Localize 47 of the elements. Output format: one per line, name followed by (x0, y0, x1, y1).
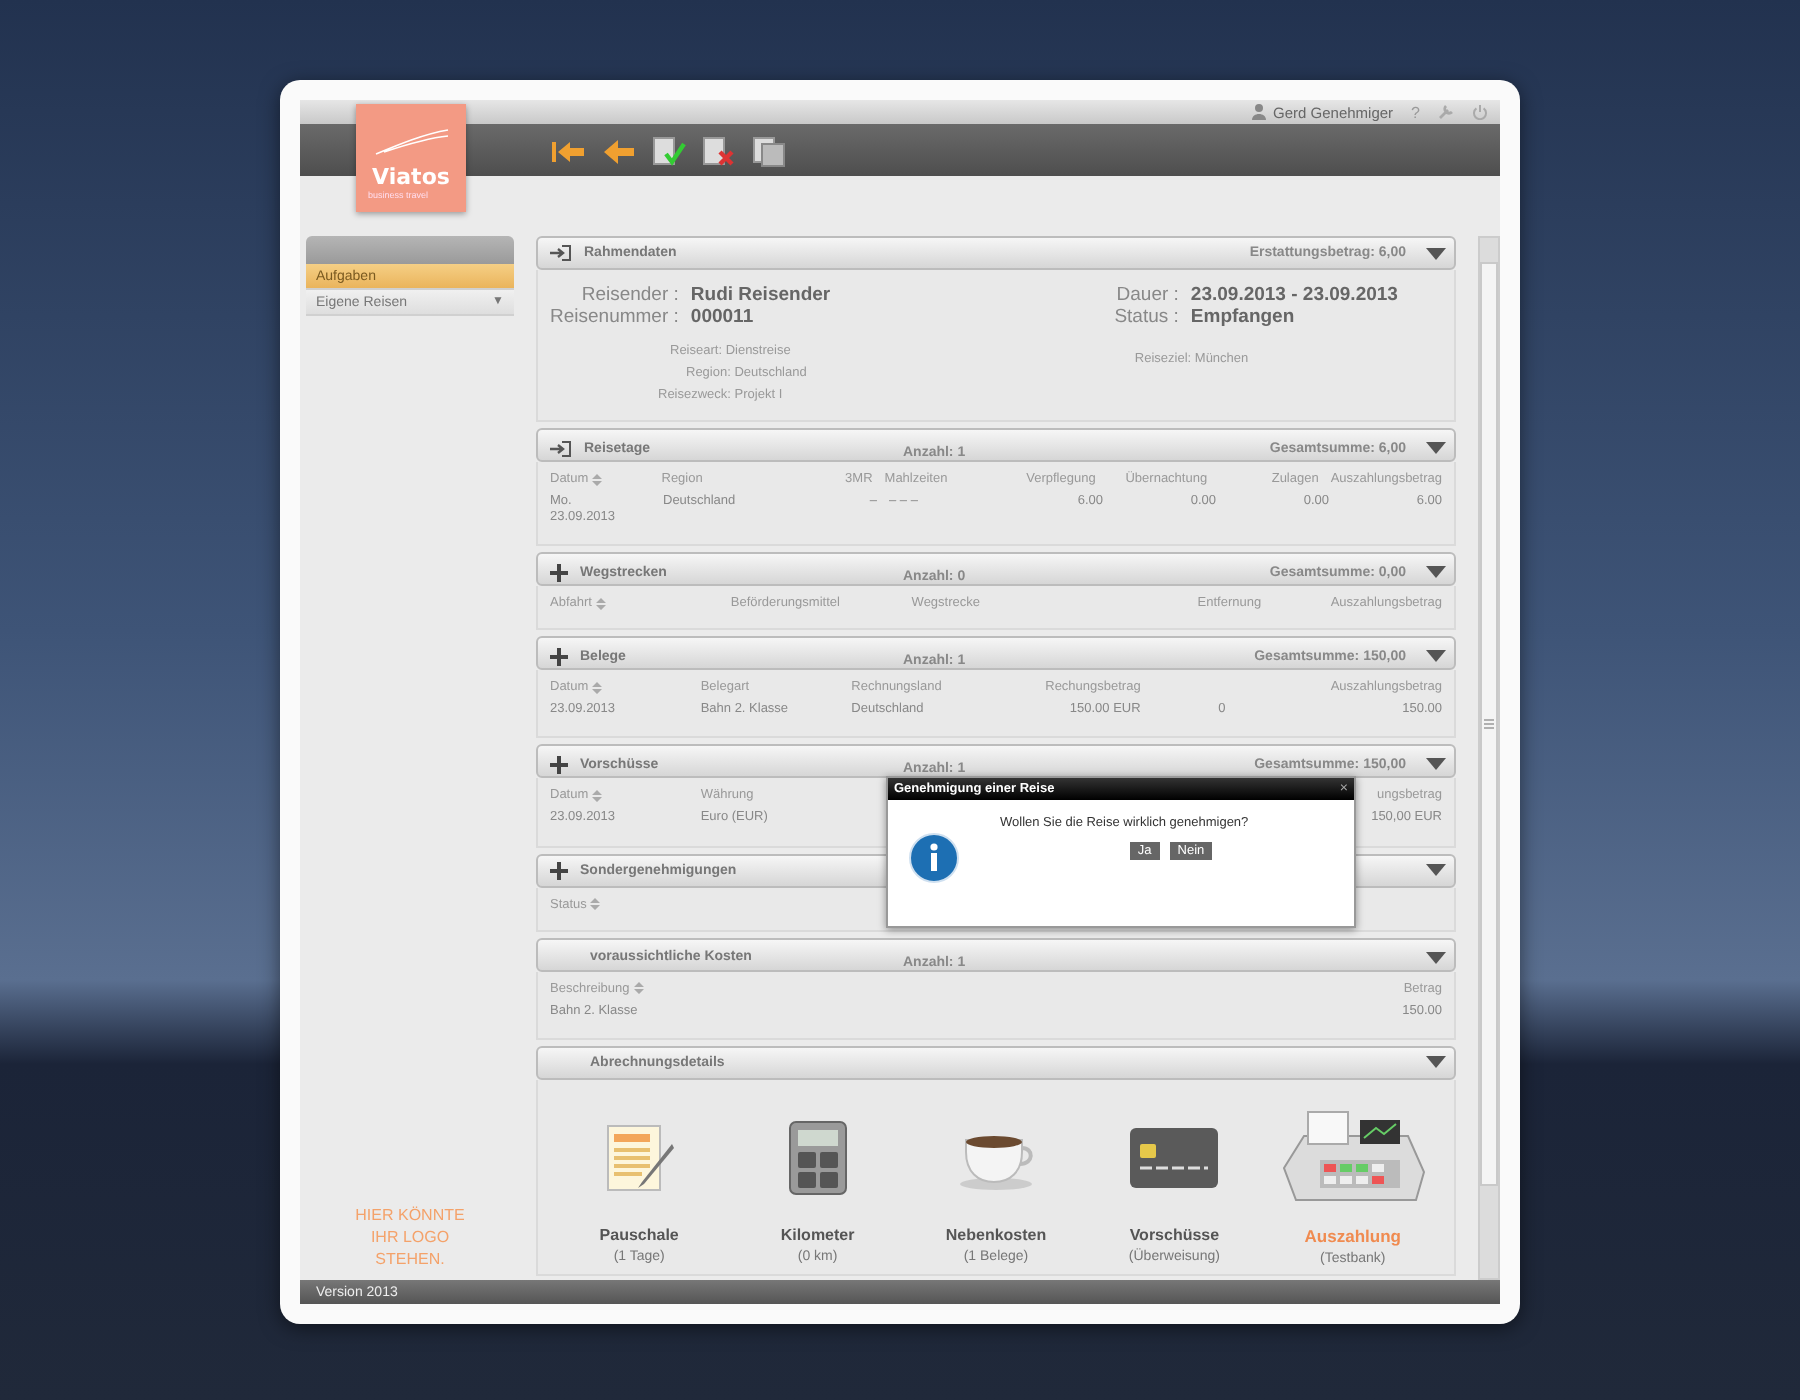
grip-icon (1484, 718, 1494, 730)
enter-icon[interactable] (550, 244, 572, 262)
credit-card-icon[interactable] (1128, 1125, 1221, 1190)
plus-icon[interactable] (550, 861, 568, 879)
logo-name: Viatos (372, 164, 450, 190)
logo-placeholder-text: HIER KÖNNTE (355, 1206, 465, 1224)
field-label: Status : (1112, 306, 1179, 328)
field-value: Empfangen (1190, 306, 1295, 328)
summary-link[interactable]: Auszahlung (1304, 1225, 1401, 1246)
scrollbar-thumb[interactable] (1480, 262, 1498, 1186)
chevron-down-icon[interactable] (1426, 951, 1446, 963)
document-cross-icon (700, 133, 736, 167)
scrollbar[interactable] (1478, 236, 1500, 1280)
field-label: Dauer : (1114, 284, 1179, 306)
plus-icon[interactable] (550, 755, 568, 774)
document-check-button[interactable] (648, 132, 688, 168)
logo-placeholder-text: STEHEN. (375, 1250, 445, 1268)
document-cross-button[interactable] (698, 132, 738, 168)
summary-link[interactable]: Pauschale (599, 1225, 679, 1244)
chevron-down-icon[interactable] (1426, 566, 1446, 579)
documents-button[interactable] (748, 132, 788, 168)
info-icon (908, 832, 960, 884)
summary-link[interactable]: Nebenkosten (945, 1225, 1047, 1244)
summary-link[interactable]: Kilometer (780, 1225, 855, 1244)
field-value: Rudi Reisender (690, 284, 833, 306)
summary-link[interactable]: Vorschüsse (1129, 1225, 1220, 1244)
logo-placeholder-text: IHR LOGO (370, 1228, 450, 1246)
chevron-down-icon[interactable] (1426, 864, 1446, 876)
document-check-icon (650, 133, 686, 167)
calculator-icon[interactable] (785, 1117, 850, 1198)
field-label: Reisenummer : (550, 306, 679, 328)
user-icon (1251, 104, 1266, 120)
chevron-down-icon[interactable] (1426, 247, 1446, 259)
chevron-down-icon[interactable] (1426, 758, 1446, 771)
help-link[interactable]: ? (1411, 103, 1420, 121)
documents-icon (750, 133, 786, 167)
plus-icon[interactable] (550, 647, 568, 666)
field-value: 23.09.2013 - 23.09.2013 (1190, 284, 1398, 306)
plus-icon[interactable] (550, 563, 568, 582)
field-value: 000011 (690, 306, 756, 328)
chevron-down-icon[interactable] (1426, 650, 1446, 663)
chevron-down-icon[interactable] (1426, 1056, 1446, 1069)
field-label: Reisender : (581, 284, 679, 306)
swoosh-icon (371, 128, 451, 156)
chevron-down-icon[interactable] (1426, 442, 1446, 454)
enter-icon[interactable] (550, 439, 572, 457)
form-pen-icon[interactable] (601, 1119, 678, 1196)
